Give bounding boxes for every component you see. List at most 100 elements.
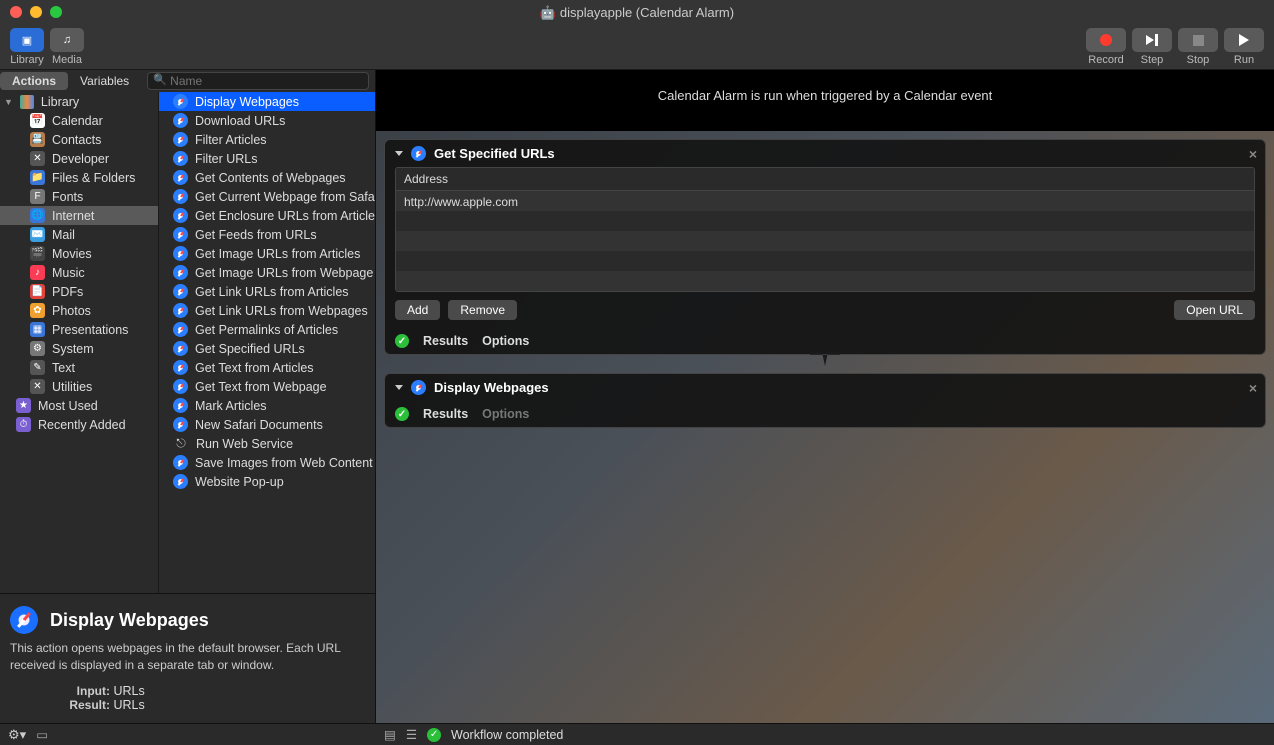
search-input[interactable] (147, 72, 369, 90)
safari-icon (411, 146, 426, 161)
library-item-files-folders[interactable]: 📁Files & Folders (0, 168, 158, 187)
sidebar-tabs: Actions Variables (0, 70, 375, 92)
library-item-photos[interactable]: ✿Photos (0, 301, 158, 320)
table-row[interactable] (396, 251, 1254, 271)
tab-variables[interactable]: Variables (68, 72, 141, 90)
action-filter-articles[interactable]: Filter Articles (159, 130, 375, 149)
traffic-lights (10, 6, 62, 18)
open-url-button[interactable]: Open URL (1174, 300, 1255, 320)
action-get-link-urls-from-webpages[interactable]: Get Link URLs from Webpages (159, 301, 375, 320)
safari-icon (173, 417, 188, 432)
action-get-image-urls-from-webpage[interactable]: Get Image URLs from Webpage (159, 263, 375, 282)
stop-button[interactable]: Stop (1178, 28, 1218, 66)
workflow-log-icon[interactable]: ☰ (406, 727, 417, 742)
library-item-movies[interactable]: 🎬Movies (0, 244, 158, 263)
library-item-presentations[interactable]: ▦Presentations (0, 320, 158, 339)
action-get-image-urls-from-articles[interactable]: Get Image URLs from Articles (159, 244, 375, 263)
table-row[interactable] (396, 231, 1254, 251)
minimize-window[interactable] (30, 6, 42, 18)
library-item-most-used[interactable]: ★Most Used (0, 396, 158, 415)
action-display-webpages[interactable]: Display Webpages × ✓ Results Options (384, 373, 1266, 428)
action-get-text-from-webpage[interactable]: Get Text from Webpage (159, 377, 375, 396)
safari-icon (10, 606, 38, 634)
library-item-internet[interactable]: 🌐Internet (0, 206, 158, 225)
action-run-web-service[interactable]: ⎋Run Web Service (159, 434, 375, 453)
library-item-calendar[interactable]: 📅Calendar (0, 111, 158, 130)
titlebar: 🤖 displayapple (Calendar Alarm) (0, 0, 1274, 24)
action-save-images-from-web-content[interactable]: Save Images from Web Content (159, 453, 375, 472)
status-message: Workflow completed (451, 728, 563, 742)
action-get-current-webpage-from-safari[interactable]: Get Current Webpage from Safari (159, 187, 375, 206)
library-item-text[interactable]: ✎Text (0, 358, 158, 377)
variables-icon[interactable]: ▭ (36, 727, 48, 742)
library-item-mail[interactable]: ✉️Mail (0, 225, 158, 244)
safari-icon (173, 151, 188, 166)
action-get-specified-urls[interactable]: Get Specified URLs × Address http://www.… (384, 139, 1266, 355)
info-pane: Display Webpages This action opens webpa… (0, 593, 375, 723)
close-icon[interactable]: × (1249, 380, 1257, 396)
action-download-urls[interactable]: Download URLs (159, 111, 375, 130)
status-ok-icon: ✓ (427, 728, 441, 742)
library-header[interactable]: ▼Library (0, 92, 158, 111)
category-icon: 📅 (30, 113, 45, 128)
zoom-window[interactable] (50, 6, 62, 18)
action-get-feeds-from-urls[interactable]: Get Feeds from URLs (159, 225, 375, 244)
library-item-music[interactable]: ♪Music (0, 263, 158, 282)
library-item-contacts[interactable]: 📇Contacts (0, 130, 158, 149)
library-item-developer[interactable]: ✕Developer (0, 149, 158, 168)
library-column[interactable]: ▼Library📅Calendar📇Contacts✕Developer📁Fil… (0, 92, 158, 593)
gear-icon[interactable]: ⚙▾ (8, 727, 26, 743)
smart-folder-icon: ⏱ (16, 417, 31, 432)
action-get-link-urls-from-articles[interactable]: Get Link URLs from Articles (159, 282, 375, 301)
action-mark-articles[interactable]: Mark Articles (159, 396, 375, 415)
library-item-recently-added[interactable]: ⏱Recently Added (0, 415, 158, 434)
options-tab[interactable]: Options (482, 407, 529, 421)
options-tab[interactable]: Options (482, 334, 529, 348)
category-icon: 🎬 (30, 246, 45, 261)
library-item-pdfs[interactable]: 📄PDFs (0, 282, 158, 301)
action-get-contents-of-webpages[interactable]: Get Contents of Webpages (159, 168, 375, 187)
action-filter-urls[interactable]: Filter URLs (159, 149, 375, 168)
actions-column[interactable]: Display WebpagesDownload URLsFilter Arti… (158, 92, 375, 593)
action-website-pop-up[interactable]: Website Pop-up (159, 472, 375, 491)
safari-icon (173, 398, 188, 413)
action-display-webpages[interactable]: Display Webpages (159, 92, 375, 111)
add-button[interactable]: Add (395, 300, 440, 320)
step-button[interactable]: Step (1132, 28, 1172, 66)
log-icon[interactable]: ▤ (384, 727, 396, 742)
library-toggle[interactable]: ▣ Library (10, 28, 44, 66)
table-header[interactable]: Address (396, 168, 1254, 191)
close-window[interactable] (10, 6, 22, 18)
disclosure-icon[interactable] (395, 385, 403, 390)
media-toggle[interactable]: ♫ Media (50, 28, 84, 66)
library-item-utilities[interactable]: ✕Utilities (0, 377, 158, 396)
table-row[interactable]: http://www.apple.com (396, 191, 1254, 211)
tab-actions[interactable]: Actions (0, 72, 68, 90)
results-tab[interactable]: Results (423, 334, 468, 348)
run-button[interactable]: Run (1224, 28, 1264, 66)
action-get-enclosure-urls-from-articles[interactable]: Get Enclosure URLs from Articles (159, 206, 375, 225)
record-button[interactable]: Record (1086, 28, 1126, 66)
table-row[interactable] (396, 271, 1254, 291)
toolbar: ▣ Library ♫ Media Record Step Stop Run (0, 24, 1274, 70)
close-icon[interactable]: × (1249, 146, 1257, 162)
safari-icon (173, 379, 188, 394)
action-get-specified-urls[interactable]: Get Specified URLs (159, 339, 375, 358)
statusbar: ⚙▾ ▭ ▤ ☰ ✓ Workflow completed (0, 723, 1274, 745)
safari-icon (173, 94, 188, 109)
remove-button[interactable]: Remove (448, 300, 517, 320)
action-get-text-from-articles[interactable]: Get Text from Articles (159, 358, 375, 377)
action-new-safari-documents[interactable]: New Safari Documents (159, 415, 375, 434)
table-row[interactable] (396, 211, 1254, 231)
library-item-system[interactable]: ⚙System (0, 339, 158, 358)
automator-icon: 🤖 (540, 5, 554, 19)
disclosure-icon[interactable] (395, 151, 403, 156)
results-tab[interactable]: Results (423, 407, 468, 421)
url-table[interactable]: Address http://www.apple.com (395, 167, 1255, 292)
library-item-fonts[interactable]: FFonts (0, 187, 158, 206)
step-icon (1146, 34, 1158, 46)
action-get-permalinks-of-articles[interactable]: Get Permalinks of Articles (159, 320, 375, 339)
workflow-canvas[interactable]: Calendar Alarm is run when triggered by … (376, 70, 1274, 723)
safari-icon (173, 227, 188, 242)
safari-icon (173, 113, 188, 128)
